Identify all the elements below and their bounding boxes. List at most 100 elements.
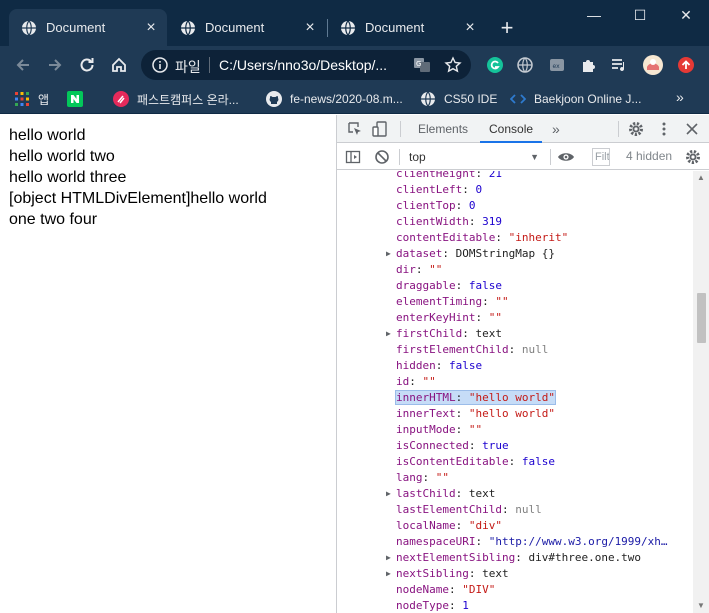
more-tabs-button[interactable]: » (552, 115, 560, 143)
property-value: 1 (462, 599, 469, 612)
bookmark-baekjoon[interactable]: Baekjoon Online J... (510, 89, 641, 109)
property-key: namespaceURI (396, 535, 476, 548)
tab-document-3[interactable]: Document × (328, 9, 486, 46)
property-row[interactable]: dir: "" (337, 262, 693, 278)
close-window-button[interactable]: ✕ (663, 0, 709, 30)
console-object-properties[interactable]: clientHeight: 21 clientLeft: 0 clientTop: … (337, 171, 693, 613)
grammarly-extension-icon[interactable] (484, 54, 506, 76)
bookmarks-overflow-button[interactable]: » (676, 89, 684, 105)
settings-gear-icon[interactable] (628, 121, 644, 137)
property-row[interactable]: innerText: "hello world" (337, 406, 693, 422)
property-row[interactable]: localName: "div" (337, 518, 693, 534)
expand-triangle-icon[interactable]: ▶ (386, 246, 391, 262)
filter-input[interactable]: Filter (592, 148, 610, 166)
property-row[interactable]: contentEditable: "inherit" (337, 230, 693, 246)
bookmark-star-icon[interactable] (444, 56, 462, 74)
property-row[interactable]: firstElementChild: null (337, 342, 693, 358)
info-icon[interactable] (152, 57, 168, 73)
devtools-tab-bar: Elements Console » (337, 115, 709, 143)
expand-triangle-icon[interactable]: ▶ (386, 486, 391, 502)
back-button[interactable] (11, 53, 35, 77)
bookmark-naver[interactable] (67, 89, 91, 109)
bookmark-label: 앱 (38, 92, 50, 107)
tab-document-1[interactable]: Document × (9, 9, 167, 46)
property-row[interactable]: clientTop: 0 (337, 198, 693, 214)
profile-avatar[interactable] (642, 54, 664, 76)
translate-icon[interactable]: G (413, 56, 431, 74)
scroll-up-arrow-icon[interactable]: ▲ (693, 171, 709, 185)
property-row[interactable]: isContentEditable: false (337, 454, 693, 470)
tab-elements[interactable]: Elements (418, 115, 468, 143)
property-row[interactable]: ▶ firstChild: text (337, 326, 693, 342)
property-row[interactable]: ▶ dataset: DOMStringMap {} (337, 246, 693, 262)
forward-button[interactable] (43, 53, 67, 77)
property-key: firstChild (396, 327, 463, 340)
minimize-button[interactable]: — (571, 0, 617, 30)
bookmark-cs50-ide[interactable]: CS50 IDE (420, 89, 497, 109)
property-row[interactable]: lastElementChild: null (337, 502, 693, 518)
property-row[interactable]: inputMode: "" (337, 422, 693, 438)
reload-button[interactable] (75, 53, 99, 77)
property-value: "" (429, 263, 443, 276)
extensions-puzzle-icon[interactable] (578, 54, 600, 76)
close-devtools-icon[interactable] (684, 121, 700, 137)
property-row[interactable]: innerHTML: "hello world" (337, 390, 693, 406)
bookmark-fastcampus[interactable]: 패스트캠퍼스 온라... (113, 89, 239, 109)
maximize-button[interactable]: ☐ (617, 0, 663, 30)
expand-triangle-icon[interactable]: ▶ (386, 326, 391, 342)
tab-console[interactable]: Console (480, 115, 543, 143)
property-row[interactable]: ▶ lastChild: text (337, 486, 693, 502)
property-row[interactable]: isConnected: true (337, 438, 693, 454)
home-button[interactable] (107, 53, 131, 77)
property-value: "inherit" (508, 231, 569, 244)
expand-triangle-icon[interactable]: ▶ (386, 566, 391, 582)
property-row[interactable]: clientWidth: 319 (337, 214, 693, 230)
close-tab-icon[interactable]: × (462, 19, 478, 36)
property-key: firstElementChild (396, 343, 509, 356)
property-row[interactable]: draggable: false (337, 278, 693, 294)
tab-document-2[interactable]: Document × (168, 9, 326, 46)
media-queue-icon[interactable] (608, 54, 630, 76)
property-row[interactable]: clientHeight: 21 (337, 171, 693, 182)
property-row[interactable]: ▶ nextSibling: text (337, 566, 693, 582)
url-text[interactable]: C:/Users/nno3o/Desktop/... (219, 57, 387, 73)
property-value: false (521, 455, 555, 468)
close-tab-icon[interactable]: × (143, 19, 159, 36)
property-row[interactable]: ▶ nextElementSibling: div#three.one.two (337, 550, 693, 566)
property-text: dataset: DOMStringMap {} (396, 247, 555, 260)
scroll-down-arrow-icon[interactable]: ▼ (693, 599, 709, 613)
bookmark-apps[interactable]: 앱 (14, 89, 49, 109)
property-row[interactable]: hidden: false (337, 358, 693, 374)
sidebar-toggle-icon[interactable] (345, 149, 361, 165)
property-row[interactable]: nodeName: "DIV" (337, 582, 693, 598)
bookmark-fe-news[interactable]: fe-news/2020-08.m... (266, 89, 403, 109)
clear-console-icon[interactable] (374, 149, 390, 165)
update-arrow-icon[interactable] (675, 54, 697, 76)
live-expression-eye-icon[interactable] (557, 149, 575, 165)
more-options-icon[interactable] (656, 121, 672, 137)
property-row[interactable]: nodeType: 1 (337, 598, 693, 613)
dropdown-caret-icon: ▼ (530, 152, 539, 162)
property-row[interactable]: elementTiming: "" (337, 294, 693, 310)
address-bar[interactable]: 파일 C:/Users/nno3o/Desktop/... G (141, 50, 471, 80)
inspect-element-icon[interactable] (347, 121, 363, 137)
property-key: elementTiming (396, 295, 483, 308)
context-selector[interactable]: top ▼ (403, 147, 543, 167)
property-row[interactable]: id: "" (337, 374, 693, 390)
title-bar: Document × Document × Document × + — ☐ ✕ (0, 0, 709, 46)
property-row[interactable]: namespaceURI: "http://www.w3.org/1999/xh… (337, 534, 693, 550)
property-row[interactable]: clientLeft: 0 (337, 182, 693, 198)
globe-extension-icon[interactable] (514, 54, 536, 76)
property-row[interactable]: enterKeyHint: "" (337, 310, 693, 326)
page-content: hello world hello world two hello world … (0, 115, 336, 613)
new-tab-button[interactable]: + (496, 17, 518, 40)
expand-triangle-icon[interactable]: ▶ (386, 550, 391, 566)
device-toolbar-icon[interactable] (372, 121, 388, 137)
scrollbar-thumb[interactable] (697, 293, 706, 343)
console-settings-gear-icon[interactable] (685, 149, 701, 165)
close-tab-icon[interactable]: × (302, 19, 318, 36)
property-row[interactable]: lang: "" (337, 470, 693, 486)
console-scrollbar[interactable]: ▲ ▼ (693, 171, 709, 613)
hidden-messages-count[interactable]: 4 hidden (626, 149, 672, 163)
screen-extension-icon[interactable]: ex (546, 54, 568, 76)
